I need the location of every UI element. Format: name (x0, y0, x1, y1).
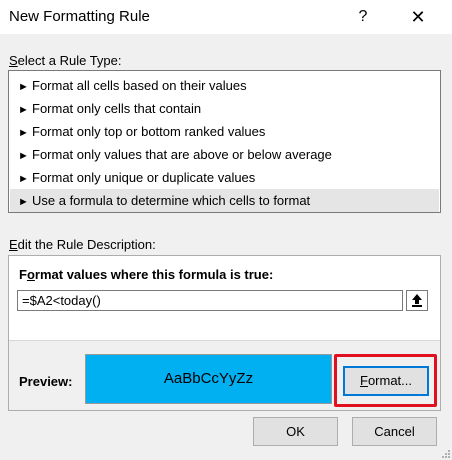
rule-type-list[interactable]: ► Format all cells based on their values … (8, 70, 441, 213)
bullet-arrow-icon: ► (18, 104, 29, 116)
preview-label: Preview: (19, 374, 73, 389)
edit-description-label: Edit the Rule Description: (9, 237, 156, 252)
rule-type-item-label: Format only values that are above or bel… (32, 147, 332, 162)
rule-type-item-selected[interactable]: ► Use a formula to determine which cells … (10, 189, 439, 212)
ok-button[interactable]: OK (253, 417, 338, 446)
cancel-button[interactable]: Cancel (352, 417, 437, 446)
formula-label: Format values where this formula is true… (19, 267, 273, 282)
format-button[interactable]: Format... (343, 366, 429, 396)
formula-label-accel: o (26, 267, 35, 282)
rule-type-item[interactable]: ► Format only cells that contain (10, 97, 439, 120)
bullet-arrow-icon: ► (18, 196, 29, 208)
upload-arrow-icon (412, 294, 422, 307)
formula-section: Format values where this formula is true… (9, 256, 440, 340)
rule-type-item[interactable]: ► Format only values that are above or be… (10, 143, 439, 166)
formula-input[interactable]: =$A2<today() (17, 290, 403, 311)
rule-type-item-label: Format only unique or duplicate values (32, 170, 256, 185)
divider (9, 340, 440, 341)
preview-swatch: AaBbCcYyZz (85, 354, 332, 404)
edit-description-label-accel: E (9, 237, 18, 252)
collapse-dialog-button[interactable] (406, 290, 428, 311)
rule-type-item[interactable]: ► Format all cells based on their values (10, 74, 439, 97)
bullet-arrow-icon: ► (18, 173, 29, 185)
help-button[interactable]: ? (340, 0, 386, 34)
rule-type-item-label: Use a formula to determine which cells t… (32, 193, 311, 208)
rule-type-label: Select a Rule Type: (9, 53, 122, 68)
new-formatting-rule-dialog: New Formatting Rule ? ✕ Select a Rule Ty… (0, 0, 452, 460)
title-bar: New Formatting Rule ? ✕ (0, 0, 452, 34)
rule-type-item-label: Format only top or bottom ranked values (32, 124, 266, 139)
rule-type-item[interactable]: ► Format only top or bottom ranked values (10, 120, 439, 143)
rule-type-item[interactable]: ► Format only unique or duplicate values (10, 166, 439, 189)
formula-label-rest: rmat values where this formula is true: (34, 267, 274, 282)
rule-type-label-text: elect a Rule Type: (17, 53, 122, 68)
format-button-accel: F (359, 373, 368, 388)
rule-type-item-label: Format only cells that contain (32, 101, 202, 116)
dialog-title: New Formatting Rule (9, 8, 150, 25)
close-button[interactable]: ✕ (395, 0, 441, 34)
bullet-arrow-icon: ► (18, 81, 29, 93)
resize-grip-icon[interactable] (440, 448, 450, 458)
bullet-arrow-icon: ► (18, 150, 29, 162)
rule-type-label-accel: S (9, 53, 18, 68)
edit-description-label-text: dit the Rule Description: (17, 237, 156, 252)
bullet-arrow-icon: ► (18, 127, 29, 139)
format-button-label: ormat... (367, 373, 413, 388)
formula-label-first: F (19, 267, 27, 282)
rule-type-item-label: Format all cells based on their values (32, 78, 247, 93)
